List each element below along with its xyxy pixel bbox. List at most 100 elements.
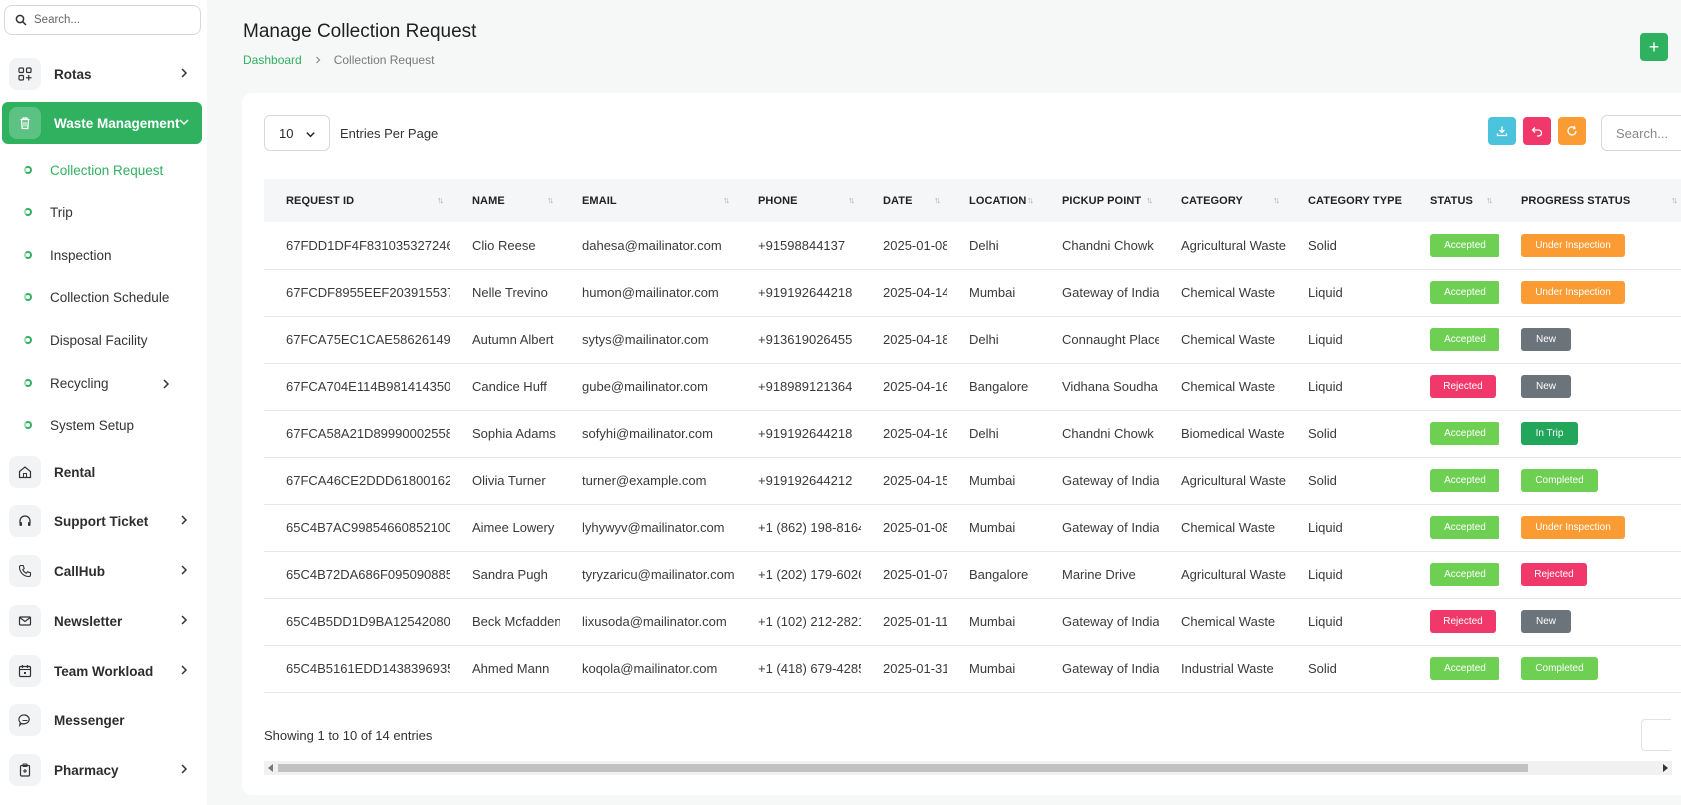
column-header-label: Name (472, 194, 505, 207)
column-header[interactable]: Category Type ↑↓ (1286, 179, 1408, 222)
sidebar-subitem-collection-schedule[interactable]: Collection Schedule (20, 282, 200, 312)
sidebar-search-input[interactable] (34, 14, 194, 26)
pagination[interactable] (1641, 719, 1671, 751)
cell-pickup: Gateway of India (1062, 614, 1159, 629)
chevron-right-icon (181, 68, 188, 78)
sidebar-search[interactable] (4, 5, 201, 35)
cell-location: Mumbai (969, 661, 1016, 676)
table-row[interactable]: 67FCA704E114B981414350 Candice Huff gube@m… (264, 363, 1681, 410)
cell-name: Candice Huff (472, 379, 547, 394)
column-header[interactable]: Location ↑↓ (947, 179, 1040, 222)
chevron-down-icon (306, 132, 315, 138)
sidebar-subitem-trip[interactable]: Trip (20, 197, 200, 227)
collection-request-table: Request ID ↑↓ Name ↑↓ Email ↑↓ Phone ↑↓ Date… (264, 179, 1681, 693)
progress-status-badge: Rejected (1521, 563, 1587, 586)
sidebar-subitem-system-setup[interactable]: System Setup (20, 410, 200, 440)
cell-date: 2025-04-14 (883, 285, 947, 300)
scroll-right-icon[interactable] (1663, 764, 1668, 772)
status-badge: Accepted (1430, 422, 1499, 445)
sidebar-item-team-workload[interactable]: Team Workload (2, 650, 202, 692)
sort-icon: ↑↓ (1146, 195, 1153, 205)
add-request-button[interactable]: + (1640, 33, 1668, 61)
cell-name: Nelle Trevino (472, 285, 548, 300)
sidebar-subitem-recycling[interactable]: Recycling (20, 368, 200, 398)
cell-type: Solid (1308, 237, 1337, 253)
sidebar-subitem-label: Disposal Facility (50, 332, 148, 348)
column-header[interactable]: Category ↑↓ (1159, 179, 1286, 222)
table-row[interactable]: 65C4B5DD1D9BA125420809 Beck Mcfadden lixus… (264, 598, 1681, 645)
column-header[interactable]: Date ↑↓ (861, 179, 947, 222)
cell-type: Solid (1308, 426, 1337, 441)
sidebar-item-support-ticket[interactable]: Support Ticket (2, 500, 202, 542)
sidebar-item-label: Pharmacy (54, 762, 119, 778)
refresh-button[interactable] (1558, 117, 1586, 145)
table-row[interactable]: 67FCA75EC1CAE586261494 Autumn Albert sytys… (264, 316, 1681, 363)
scroll-left-icon[interactable] (268, 764, 273, 772)
sidebar-subitem-disposal-facility[interactable]: Disposal Facility (20, 325, 200, 355)
chevron-down-icon (179, 119, 189, 126)
column-header[interactable]: Pickup Point ↑↓ (1040, 179, 1159, 222)
column-header[interactable]: Email ↑↓ (560, 179, 736, 222)
cell-date: 2025-04-15 (883, 473, 947, 488)
column-header-label: Email (582, 194, 617, 207)
cell-date: 2025-04-16 (883, 426, 947, 441)
cell-type: Liquid (1308, 567, 1343, 582)
cell-category: Chemical Waste (1181, 379, 1276, 394)
progress-status-badge: New (1521, 610, 1571, 633)
table-row[interactable]: 67FCA58A21D89990002558 Sophia Adams sofyhi… (264, 410, 1681, 457)
progress-status-badge: Under Inspection (1521, 281, 1625, 304)
table-header-row: Request ID ↑↓ Name ↑↓ Email ↑↓ Phone ↑↓ Date… (264, 179, 1681, 222)
sidebar-item-rental[interactable]: Rental (2, 451, 202, 493)
cell-phone: +918989121364 (758, 379, 853, 394)
column-header[interactable]: Phone ↑↓ (736, 179, 861, 222)
status-badge: Accepted (1430, 281, 1499, 304)
status-badge: Accepted (1430, 328, 1499, 351)
table-row[interactable]: 67FDD1DF4F831035327246 Clio Reese dahesa@m… (264, 222, 1681, 269)
refresh-icon (1567, 125, 1577, 136)
cell-email: sytys@mailinator.com (582, 332, 709, 347)
download-button[interactable] (1488, 117, 1516, 145)
cell-progress-status: New (1499, 598, 1681, 645)
bullet-icon (24, 379, 32, 387)
table-row[interactable]: 65C4B5161EDD1438396935 Ahmed Mann koqola@m… (264, 645, 1681, 692)
table-row[interactable]: 65C4B7AC99854660852100 Aimee Lowery lyhywy… (264, 504, 1681, 551)
cell-location: Delhi (969, 332, 999, 347)
sidebar-item-rotas[interactable]: Rotas (2, 53, 202, 95)
chevron-right-icon (163, 379, 170, 389)
cell-phone: +919192644212 (758, 473, 853, 488)
column-header-label: Location (969, 194, 1027, 207)
sidebar-item-newsletter[interactable]: Newsletter (2, 600, 202, 642)
table-row[interactable]: 67FCA46CE2DDD618001624 Olivia Turner turne… (264, 457, 1681, 504)
column-header[interactable]: Request ID ↑↓ (264, 179, 450, 222)
column-header-label: Category (1181, 194, 1243, 207)
status-badge: Accepted (1430, 563, 1499, 586)
reset-button[interactable] (1523, 117, 1551, 145)
cell-progress-status: Under Inspection (1499, 504, 1681, 551)
sort-icon: ↑↓ (1395, 195, 1402, 205)
scrollbar-thumb[interactable] (278, 764, 1528, 772)
column-header[interactable]: Progress Status ↑↓ (1499, 179, 1681, 222)
breadcrumb-home[interactable]: Dashboard (243, 53, 302, 67)
bullet-icon (24, 293, 32, 301)
horizontal-scrollbar[interactable] (264, 761, 1672, 775)
sidebar-subitem-label: Collection Schedule (50, 289, 170, 305)
column-header[interactable]: Name ↑↓ (450, 179, 560, 222)
cell-progress-status: Under Inspection (1499, 222, 1681, 269)
table-row[interactable]: 67FCDF8955EEF203915537 Nelle Trevino humon… (264, 269, 1681, 316)
progress-status-badge: Under Inspection (1521, 233, 1625, 257)
cell-phone: +913619026455 (758, 332, 853, 347)
table-row[interactable]: 65C4B72DA686F095090885 Sandra Pugh tyryzar… (264, 551, 1681, 598)
search-icon (15, 14, 27, 26)
chevron-right-icon (181, 515, 188, 525)
sidebar: Rotas Waste Management Collection Reques… (0, 0, 207, 805)
sidebar-item-messenger[interactable]: Messenger (2, 699, 202, 741)
sidebar-item-callhub[interactable]: CallHub (2, 550, 202, 592)
sidebar-subitem-collection-request[interactable]: Collection Request (20, 155, 200, 185)
table-search-input[interactable] (1601, 115, 1681, 151)
entries-per-page-select[interactable]: 10 (264, 115, 330, 151)
sidebar-item-pharmacy[interactable]: Pharmacy (2, 749, 202, 791)
cell-date: 2025-01-08 (883, 237, 947, 253)
sidebar-subitem-inspection[interactable]: Inspection (20, 240, 200, 270)
column-header[interactable]: Status ↑↓ (1408, 179, 1499, 222)
sidebar-item-waste-management[interactable]: Waste Management (2, 102, 202, 144)
